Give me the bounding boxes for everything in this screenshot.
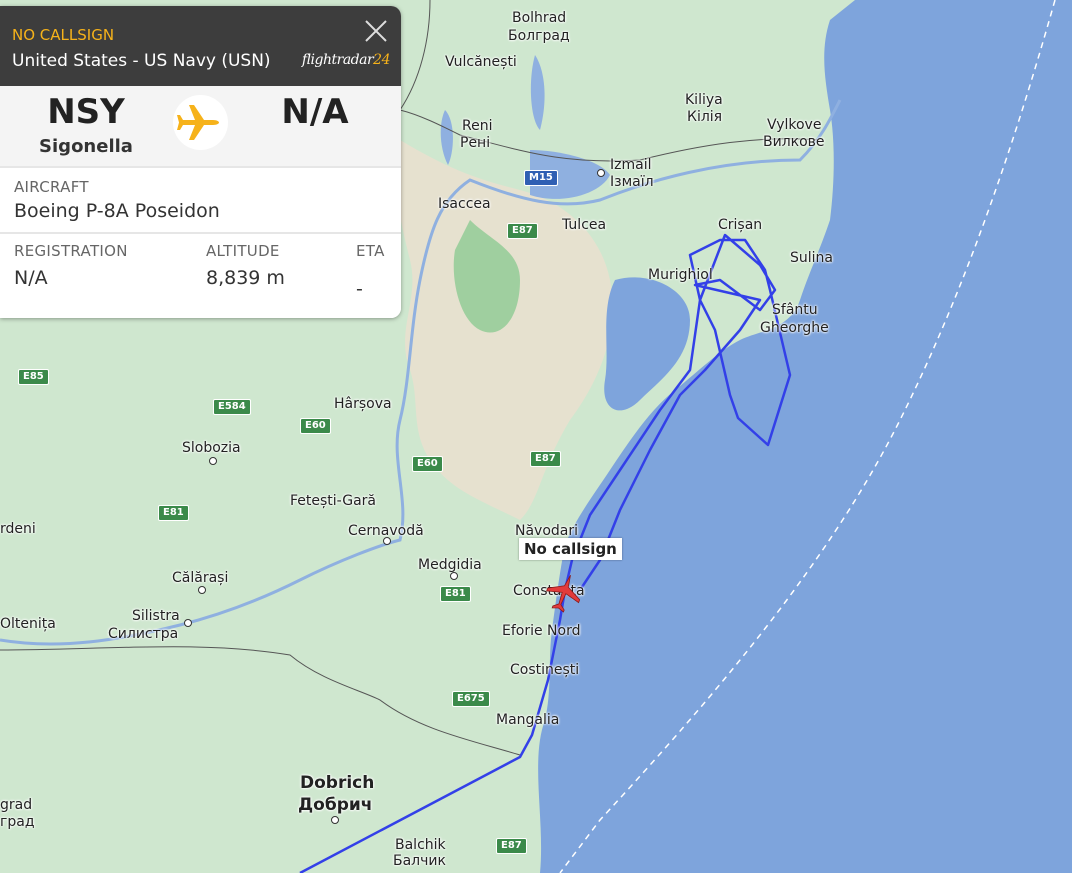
place-izmail: Izmail — [610, 157, 652, 173]
place-eforie-nord: Eforie Nord — [502, 623, 581, 639]
place-izmail-cyr: Ізмаїл — [610, 174, 654, 190]
place-calarasi: Călărași — [172, 570, 229, 586]
road-shield-e584: E584 — [213, 399, 251, 415]
place-mangalia: Mangalia — [496, 712, 560, 728]
flight-info-panel: NO CALLSIGN United States - US Navy (USN… — [0, 6, 401, 318]
road-shield-e81: E81 — [440, 586, 471, 602]
registration-value: N/A — [14, 267, 48, 289]
flightradar24-logo: flightradar24 — [301, 52, 391, 68]
place-bolgrad: Болград — [508, 28, 570, 44]
place-slobozia: Slobozia — [182, 440, 241, 456]
road-shield-e675: E675 — [452, 691, 490, 707]
place-sfantu: Sfântu — [772, 302, 818, 318]
place-oltenita: Oltenița — [0, 616, 56, 632]
place-tulcea: Tulcea — [562, 217, 607, 233]
place-silistra-cyr: Силистра — [108, 626, 179, 642]
road-shield-e87: E87 — [496, 838, 527, 854]
city-dot — [209, 457, 217, 465]
place-isaccea: Isaccea — [438, 196, 491, 212]
road-shield-e85: E85 — [18, 369, 49, 385]
place-rdeni: rdeni — [0, 521, 36, 537]
route-section: NSY Sigonella N/A — [0, 86, 401, 166]
plane-icon — [173, 95, 228, 150]
place-sulina: Sulina — [790, 250, 833, 266]
place-kiliya: Kiliya — [685, 92, 723, 108]
road-shield-e87: E87 — [530, 451, 561, 467]
callsign: NO CALLSIGN — [12, 26, 115, 44]
eta-label: ETA — [356, 242, 385, 260]
aircraft-type-value: Boeing P-8A Poseidon — [14, 200, 220, 222]
city-dot — [198, 586, 206, 594]
place-bolhrad: Bolhrad — [512, 10, 567, 26]
city-dot — [450, 572, 458, 580]
place-medgidia: Medgidia — [418, 557, 482, 573]
place-fetesti: Fetești-Gară — [290, 493, 377, 509]
city-dot — [184, 619, 192, 627]
road-shield-e81: E81 — [158, 505, 189, 521]
city-dot — [383, 537, 391, 545]
aircraft-callsign-label[interactable]: No callsign — [519, 538, 622, 560]
aircraft-label: AIRCRAFT — [14, 178, 89, 196]
place-dobrich: Dobrich — [300, 773, 375, 793]
road-shield-e60: E60 — [300, 418, 331, 434]
place-balchik-cyr: Балчик — [393, 853, 446, 869]
close-icon[interactable] — [363, 18, 389, 44]
registration-label: REGISTRATION — [14, 242, 128, 260]
place-grad-cyr: град — [0, 814, 35, 830]
aircraft-section: AIRCRAFT Boeing P-8A Poseidon — [0, 166, 401, 234]
place-costinesti: Costinești — [510, 662, 580, 678]
road-shield-e87: E87 — [507, 223, 538, 239]
place-murighiol: Murighiol — [648, 267, 713, 283]
place-balchik: Balchik — [395, 837, 446, 853]
place-silistra: Silistra — [132, 608, 180, 624]
origin-airport-name: Sigonella — [39, 136, 133, 157]
aircraft-icon[interactable] — [543, 572, 585, 614]
place-dobrich-cyr: Добрич — [298, 795, 373, 815]
city-dot — [331, 816, 339, 824]
city-dot — [597, 169, 605, 177]
altitude-value: 8,839 m — [206, 267, 285, 289]
place-harsova: Hârșova — [334, 396, 392, 412]
place-navodari: Năvodari — [515, 523, 579, 539]
place-crisan: Crișan — [718, 217, 763, 233]
place-reni: Reni — [462, 118, 493, 134]
origin-airport-code[interactable]: NSY — [0, 92, 172, 132]
altitude-label: ALTITUDE — [206, 242, 280, 260]
details-section: REGISTRATION N/A ALTITUDE 8,839 m ETA - — [0, 232, 401, 318]
operator-name: United States - US Navy (USN) — [12, 51, 271, 71]
place-vylkove-cyr: Вилкове — [763, 134, 825, 150]
place-vulcanesti: Vulcănești — [445, 54, 517, 70]
eta-value: - — [356, 278, 363, 300]
destination-airport-code[interactable]: N/A — [244, 92, 386, 132]
place-kiliya-cyr: Кілія — [687, 109, 723, 125]
place-vylkove: Vylkove — [767, 117, 822, 133]
place-grad: grad — [0, 797, 33, 813]
place-reni-cyr: Рені — [460, 135, 491, 151]
road-shield-e60: E60 — [412, 456, 443, 472]
road-shield-m15: M15 — [524, 170, 558, 186]
place-gheorghe: Gheorghe — [760, 320, 829, 336]
panel-header: NO CALLSIGN United States - US Navy (USN… — [0, 6, 401, 86]
